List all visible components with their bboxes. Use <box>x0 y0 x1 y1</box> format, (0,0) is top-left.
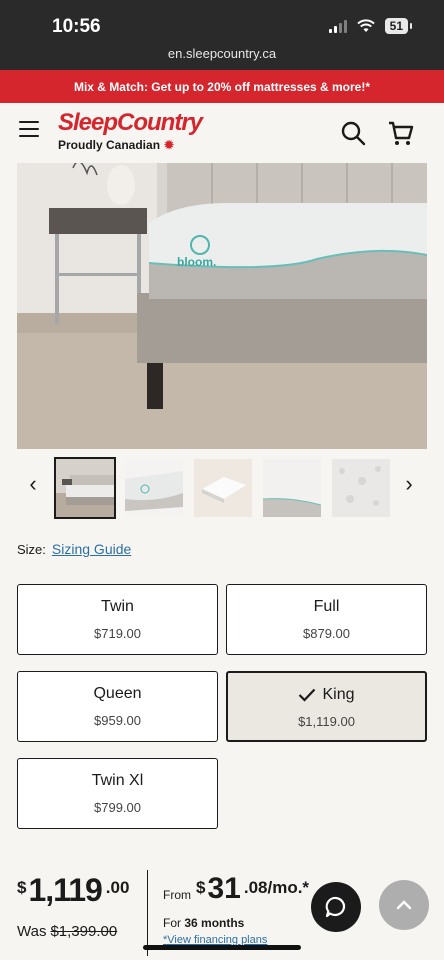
price-divider <box>147 870 148 956</box>
size-option-name-row: King <box>228 686 425 704</box>
size-option-price: $1,119.00 <box>298 714 355 729</box>
financing-term: For 36 months <box>163 916 245 930</box>
financing-block: From $ 31 .08/mo.* For 36 months *View f… <box>163 872 333 946</box>
size-option-twin[interactable]: Twin $719.00 <box>17 584 218 655</box>
financing-from-label: From <box>163 888 191 902</box>
thumbnail-5[interactable] <box>332 459 390 517</box>
bed-illustration <box>17 163 427 449</box>
financing-currency: $ <box>196 878 206 897</box>
thumbnail-3[interactable] <box>194 459 252 517</box>
logo-wordmark: SleepCountry <box>58 109 203 136</box>
menu-icon[interactable] <box>19 121 39 137</box>
size-option-twin-xl[interactable]: Twin Xl $799.00 <box>17 758 218 829</box>
status-icons: 51 <box>328 18 413 34</box>
thumbnail-4[interactable] <box>263 459 321 517</box>
size-option-full[interactable]: Full $879.00 <box>226 584 427 655</box>
financing-cents: .08/mo.* <box>243 878 310 897</box>
site-logo[interactable]: SleepCountry Proudly Canadian ✹ <box>58 109 203 152</box>
chevron-up-icon <box>396 900 412 910</box>
size-option-name: Twin <box>101 598 134 615</box>
signal-icon <box>328 19 347 33</box>
size-option-price: $719.00 <box>94 626 141 641</box>
price-cents: .00 <box>105 878 130 897</box>
current-price: $ 1,119 .00 <box>17 872 147 909</box>
financing-months: 36 months <box>184 916 245 930</box>
size-option-price: $799.00 <box>94 800 141 815</box>
price-currency: $ <box>17 878 27 897</box>
size-option-queen[interactable]: Queen $959.00 <box>17 671 218 742</box>
status-bar: 10:56 51 en.sleepcountry.ca <box>0 0 444 70</box>
size-option-name: Twin Xl <box>91 772 144 789</box>
size-option-name: Full <box>313 598 340 615</box>
promo-text: Mix & Match: Get up to 20% off mattresse… <box>73 79 371 94</box>
size-label: Size: <box>17 542 46 557</box>
size-option-king[interactable]: King $1,119.00 <box>226 671 427 742</box>
thumbnail-1[interactable] <box>54 457 116 519</box>
size-option-name: Queen <box>93 685 142 702</box>
size-option-price: $879.00 <box>303 626 350 641</box>
size-option-price: $959.00 <box>94 713 141 728</box>
cart-icon[interactable] <box>387 119 415 147</box>
was-label: Was <box>17 923 47 940</box>
size-option-name: King <box>322 686 355 703</box>
thumbnail-carousel: ‹ › <box>0 456 444 519</box>
financing-price: From $ 31 .08/mo.* <box>163 872 333 906</box>
chevron-left-icon[interactable]: ‹ <box>21 472 45 496</box>
financing-dollars: 31 <box>207 872 241 905</box>
checkmark-icon <box>299 688 316 702</box>
price-dollars: 1,119 <box>28 872 102 908</box>
chat-bubble-icon <box>325 896 346 918</box>
logo-tagline: Proudly Canadian ✹ <box>58 138 175 152</box>
was-value: $1,399.00 <box>50 923 118 940</box>
was-price: Was $1,399.00 <box>17 923 147 940</box>
product-hero-image[interactable]: bloom. <box>17 163 427 449</box>
home-indicator[interactable] <box>143 945 301 950</box>
mattress-brand-label: bloom. <box>177 255 217 269</box>
size-label-row: Size: Sizing Guide <box>17 541 131 557</box>
promo-banner[interactable]: Mix & Match: Get up to 20% off mattresse… <box>0 70 444 103</box>
chevron-right-icon[interactable]: › <box>397 472 421 496</box>
battery-icon: 51 <box>384 18 413 34</box>
price-block: $ 1,119 .00 Was $1,399.00 <box>17 872 147 940</box>
back-to-top-button[interactable] <box>379 880 429 930</box>
status-time: 10:56 <box>52 16 101 37</box>
thumbnail-2[interactable] <box>125 459 183 517</box>
url-bar[interactable]: en.sleepcountry.ca <box>0 46 444 61</box>
wifi-icon <box>356 19 375 32</box>
sizing-guide-link[interactable]: Sizing Guide <box>52 541 131 557</box>
chat-button[interactable] <box>311 882 361 932</box>
maple-leaf-icon: ✹ <box>164 138 175 152</box>
search-icon[interactable] <box>339 119 367 147</box>
site-header: SleepCountry Proudly Canadian ✹ <box>0 103 444 163</box>
